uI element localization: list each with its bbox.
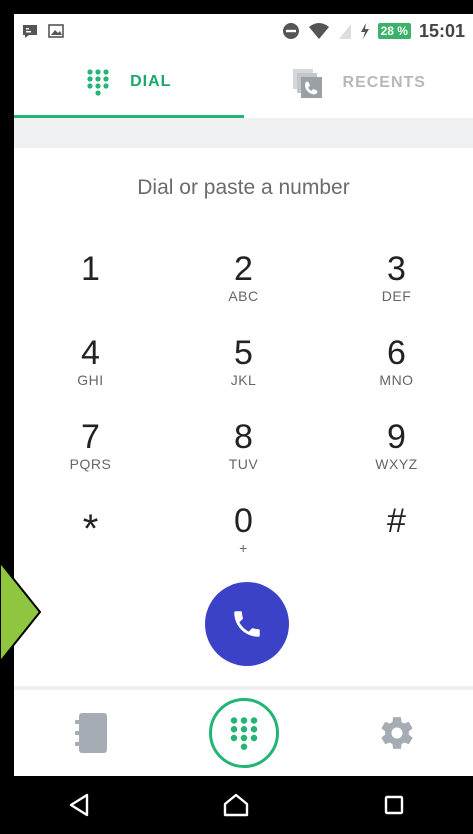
key-digit: 9 <box>387 418 406 456</box>
key-letters: DEF <box>381 288 412 304</box>
keypad-row: 4 GHI 5 JKL 6 MNO <box>14 326 473 410</box>
call-button[interactable] <box>205 582 289 666</box>
contacts-icon <box>74 713 107 753</box>
key-digit: 0 <box>234 502 253 540</box>
phone-number-input[interactable] <box>63 176 424 200</box>
key-7[interactable]: 7 PQRS <box>14 410 167 494</box>
keypad: 1 2 ABC 3 DEF 4 GHI 5 JKL 6 MNO 7 PQRS 8… <box>14 242 473 578</box>
key-digit: 6 <box>387 334 406 372</box>
tab-dial[interactable]: DIAL <box>14 48 244 118</box>
keypad-row: 1 2 ABC 3 DEF <box>14 242 473 326</box>
key-hash[interactable]: # <box>320 494 473 578</box>
tab-recents-label: RECENTS <box>342 74 426 91</box>
notification-message-icon <box>23 25 37 38</box>
tab-dial-label: DIAL <box>130 72 172 90</box>
pointer-arrow-icon <box>0 562 42 662</box>
phone-icon <box>234 611 260 637</box>
key-letters: GHI <box>77 372 104 388</box>
do-not-disturb-icon <box>282 23 299 39</box>
key-letters: TUV <box>228 456 259 472</box>
settings-icon <box>381 717 412 749</box>
bottom-navigation <box>14 690 473 776</box>
keypad-row: * 0 + # <box>14 494 473 578</box>
dialpad-icon <box>87 68 109 96</box>
tab-bar: DIAL RECENTS <box>14 48 473 118</box>
key-digit: 8 <box>234 418 253 456</box>
key-letters: WXYZ <box>375 456 418 472</box>
recents-icon <box>292 69 322 98</box>
charging-icon <box>360 23 369 39</box>
wifi-icon <box>308 23 329 39</box>
home-icon <box>224 793 249 817</box>
key-digit: 4 <box>81 334 100 372</box>
key-0[interactable]: 0 + <box>167 494 320 578</box>
dialpad-icon <box>230 717 257 750</box>
key-letters: JKL <box>230 372 257 388</box>
keypad-row: 7 PQRS 8 TUV 9 WXYZ <box>14 410 473 494</box>
key-letters: ABC <box>228 288 259 304</box>
key-digit: 5 <box>234 334 253 372</box>
system-navigation-bar <box>0 776 473 834</box>
key-digit: # <box>387 502 406 540</box>
key-letters: MNO <box>379 372 414 388</box>
contacts-button[interactable] <box>56 698 126 768</box>
key-digit: 1 <box>81 250 100 288</box>
tab-separator <box>14 118 473 148</box>
clock: 15:01 <box>418 20 465 41</box>
signal-icon <box>338 24 351 39</box>
notification-image-icon <box>48 24 64 38</box>
dialpad-button[interactable] <box>208 698 279 768</box>
key-2[interactable]: 2 ABC <box>167 242 320 326</box>
device-frame: 28 % 15:01 DIAL RECENTS Dial or paste a … <box>0 0 473 834</box>
back-icon <box>69 793 89 817</box>
settings-button[interactable] <box>362 698 432 768</box>
key-digit: 2 <box>234 250 253 288</box>
key-8[interactable]: 8 TUV <box>167 410 320 494</box>
key-digit: * <box>82 507 99 551</box>
recents-square-icon <box>384 795 404 815</box>
tab-recents[interactable]: RECENTS <box>244 48 473 118</box>
phone-screen: 28 % 15:01 DIAL RECENTS Dial or paste a … <box>14 14 473 776</box>
key-4[interactable]: 4 GHI <box>14 326 167 410</box>
back-button[interactable] <box>49 780 109 830</box>
home-button[interactable] <box>206 780 266 830</box>
status-bar: 28 % 15:01 <box>14 14 473 48</box>
key-6[interactable]: 6 MNO <box>320 326 473 410</box>
number-display <box>14 148 473 228</box>
key-5[interactable]: 5 JKL <box>167 326 320 410</box>
overview-button[interactable] <box>364 780 424 830</box>
key-digit: 7 <box>81 418 100 456</box>
key-letters: + <box>239 540 248 556</box>
key-3[interactable]: 3 DEF <box>320 242 473 326</box>
key-digit: 3 <box>387 250 406 288</box>
key-1[interactable]: 1 <box>14 242 167 326</box>
battery-level: 28 % <box>377 23 411 39</box>
key-9[interactable]: 9 WXYZ <box>320 410 473 494</box>
key-letters: PQRS <box>69 456 112 472</box>
